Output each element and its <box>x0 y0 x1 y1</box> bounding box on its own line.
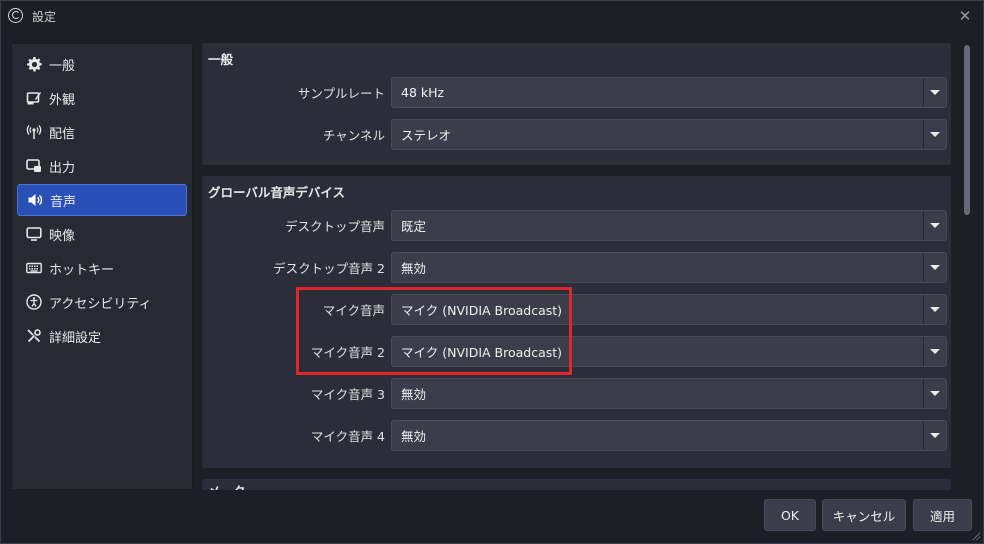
title-bar: 設定 ✕ <box>1 1 983 31</box>
sidebar-item-label: 出力 <box>49 160 76 176</box>
sidebar-item-label: 音声 <box>50 194 77 210</box>
settings-window: 設定 ✕ 一般 外観 配信 出力 音声 映像 ホットキー アクセシビリティ 詳細… <box>0 0 984 544</box>
general-group: 一般 サンプルレート 48 kHz チャンネル ステレオ <box>202 43 951 165</box>
apply-button[interactable]: 適用 <box>913 499 972 531</box>
chevron-down-icon <box>923 421 946 450</box>
desktop-audio-select[interactable]: 既定 <box>391 210 947 241</box>
group-title-general: 一般 <box>208 52 234 67</box>
chevron-down-icon <box>923 211 946 240</box>
select-value: マイク (NVIDIA Broadcast) <box>401 345 563 360</box>
mic-audio-3-select[interactable]: 無効 <box>391 378 947 409</box>
sidebar-item-appearance[interactable]: 外観 <box>17 82 187 114</box>
paint-icon <box>25 89 43 107</box>
sidebar-item-label: 外観 <box>49 92 76 108</box>
chevron-down-icon <box>923 78 946 107</box>
channels-label: チャンネル <box>322 128 385 143</box>
sidebar-item-advanced[interactable]: 詳細設定 <box>17 320 187 352</box>
chevron-down-icon <box>923 253 946 282</box>
window-title: 設定 <box>32 10 57 24</box>
select-value: 無効 <box>401 429 427 444</box>
output-icon <box>25 157 43 175</box>
monitor-icon <box>25 225 43 243</box>
gear-icon <box>25 55 43 73</box>
audio-settings-panel: 一般 サンプルレート 48 kHz チャンネル ステレオ グローバル音声デバイス… <box>197 43 957 490</box>
keyboard-icon <box>25 259 43 277</box>
mic-audio-4-select[interactable]: 無効 <box>391 420 947 451</box>
speaker-icon <box>26 191 44 209</box>
accessibility-icon <box>25 293 43 311</box>
meters-group: メーター <box>202 479 951 490</box>
sidebar-item-label: ホットキー <box>49 262 115 278</box>
chevron-down-icon <box>923 379 946 408</box>
sidebar-item-label: 一般 <box>49 58 76 74</box>
content-scrollbar[interactable] <box>960 43 974 490</box>
mic-audio-select[interactable]: マイク (NVIDIA Broadcast) <box>391 294 947 325</box>
close-icon[interactable]: ✕ <box>955 6 975 26</box>
global-audio-devices-group: グローバル音声デバイス デスクトップ音声 既定 デスクトップ音声 2 無効 マイ… <box>202 176 951 468</box>
sidebar-item-general[interactable]: 一般 <box>17 48 187 80</box>
select-value: 無効 <box>401 387 427 402</box>
sidebar-item-label: アクセシビリティ <box>49 296 152 312</box>
group-title-devices: グローバル音声デバイス <box>208 185 346 200</box>
select-value: 48 kHz <box>401 85 445 100</box>
channels-select[interactable]: ステレオ <box>391 119 947 150</box>
mic-audio-2-select[interactable]: マイク (NVIDIA Broadcast) <box>391 336 947 367</box>
obs-logo-icon <box>8 8 23 23</box>
ok-button[interactable]: OK <box>764 499 816 531</box>
mic-audio-4-label: マイク音声 4 <box>310 429 385 444</box>
resize-grip[interactable] <box>970 530 980 540</box>
sidebar-item-hotkeys[interactable]: ホットキー <box>17 252 187 284</box>
sample-rate-select[interactable]: 48 kHz <box>391 77 947 108</box>
sidebar-item-label: 詳細設定 <box>49 330 102 346</box>
antenna-icon <box>25 123 43 141</box>
sidebar-item-label: 配信 <box>49 126 76 142</box>
select-value: ステレオ <box>401 128 452 143</box>
sidebar-item-stream[interactable]: 配信 <box>17 116 187 148</box>
sidebar-item-output[interactable]: 出力 <box>17 150 187 182</box>
tools-icon <box>25 327 43 345</box>
chevron-down-icon <box>923 295 946 324</box>
sample-rate-label: サンプルレート <box>297 86 385 101</box>
scrollbar-thumb[interactable] <box>964 45 970 215</box>
chevron-down-icon <box>923 120 946 149</box>
select-value: 無効 <box>401 261 427 276</box>
desktop-audio-2-label: デスクトップ音声 2 <box>273 261 385 276</box>
mic-audio-label: マイク音声 <box>322 303 385 318</box>
sidebar-item-accessibility[interactable]: アクセシビリティ <box>17 286 187 318</box>
sidebar-item-video[interactable]: 映像 <box>17 218 187 250</box>
group-title-meters: メーター <box>208 481 258 490</box>
desktop-audio-2-select[interactable]: 無効 <box>391 252 947 283</box>
desktop-audio-label: デスクトップ音声 <box>284 219 385 234</box>
settings-sidebar: 一般 外観 配信 出力 音声 映像 ホットキー アクセシビリティ 詳細設定 <box>11 43 193 490</box>
sidebar-item-audio[interactable]: 音声 <box>17 184 187 216</box>
select-value: マイク (NVIDIA Broadcast) <box>401 303 563 318</box>
mic-audio-3-label: マイク音声 3 <box>310 387 385 402</box>
chevron-down-icon <box>923 337 946 366</box>
sidebar-item-label: 映像 <box>49 228 76 244</box>
mic-audio-2-label: マイク音声 2 <box>310 345 385 360</box>
select-value: 既定 <box>401 219 427 234</box>
cancel-button[interactable]: キャンセル <box>822 499 906 531</box>
